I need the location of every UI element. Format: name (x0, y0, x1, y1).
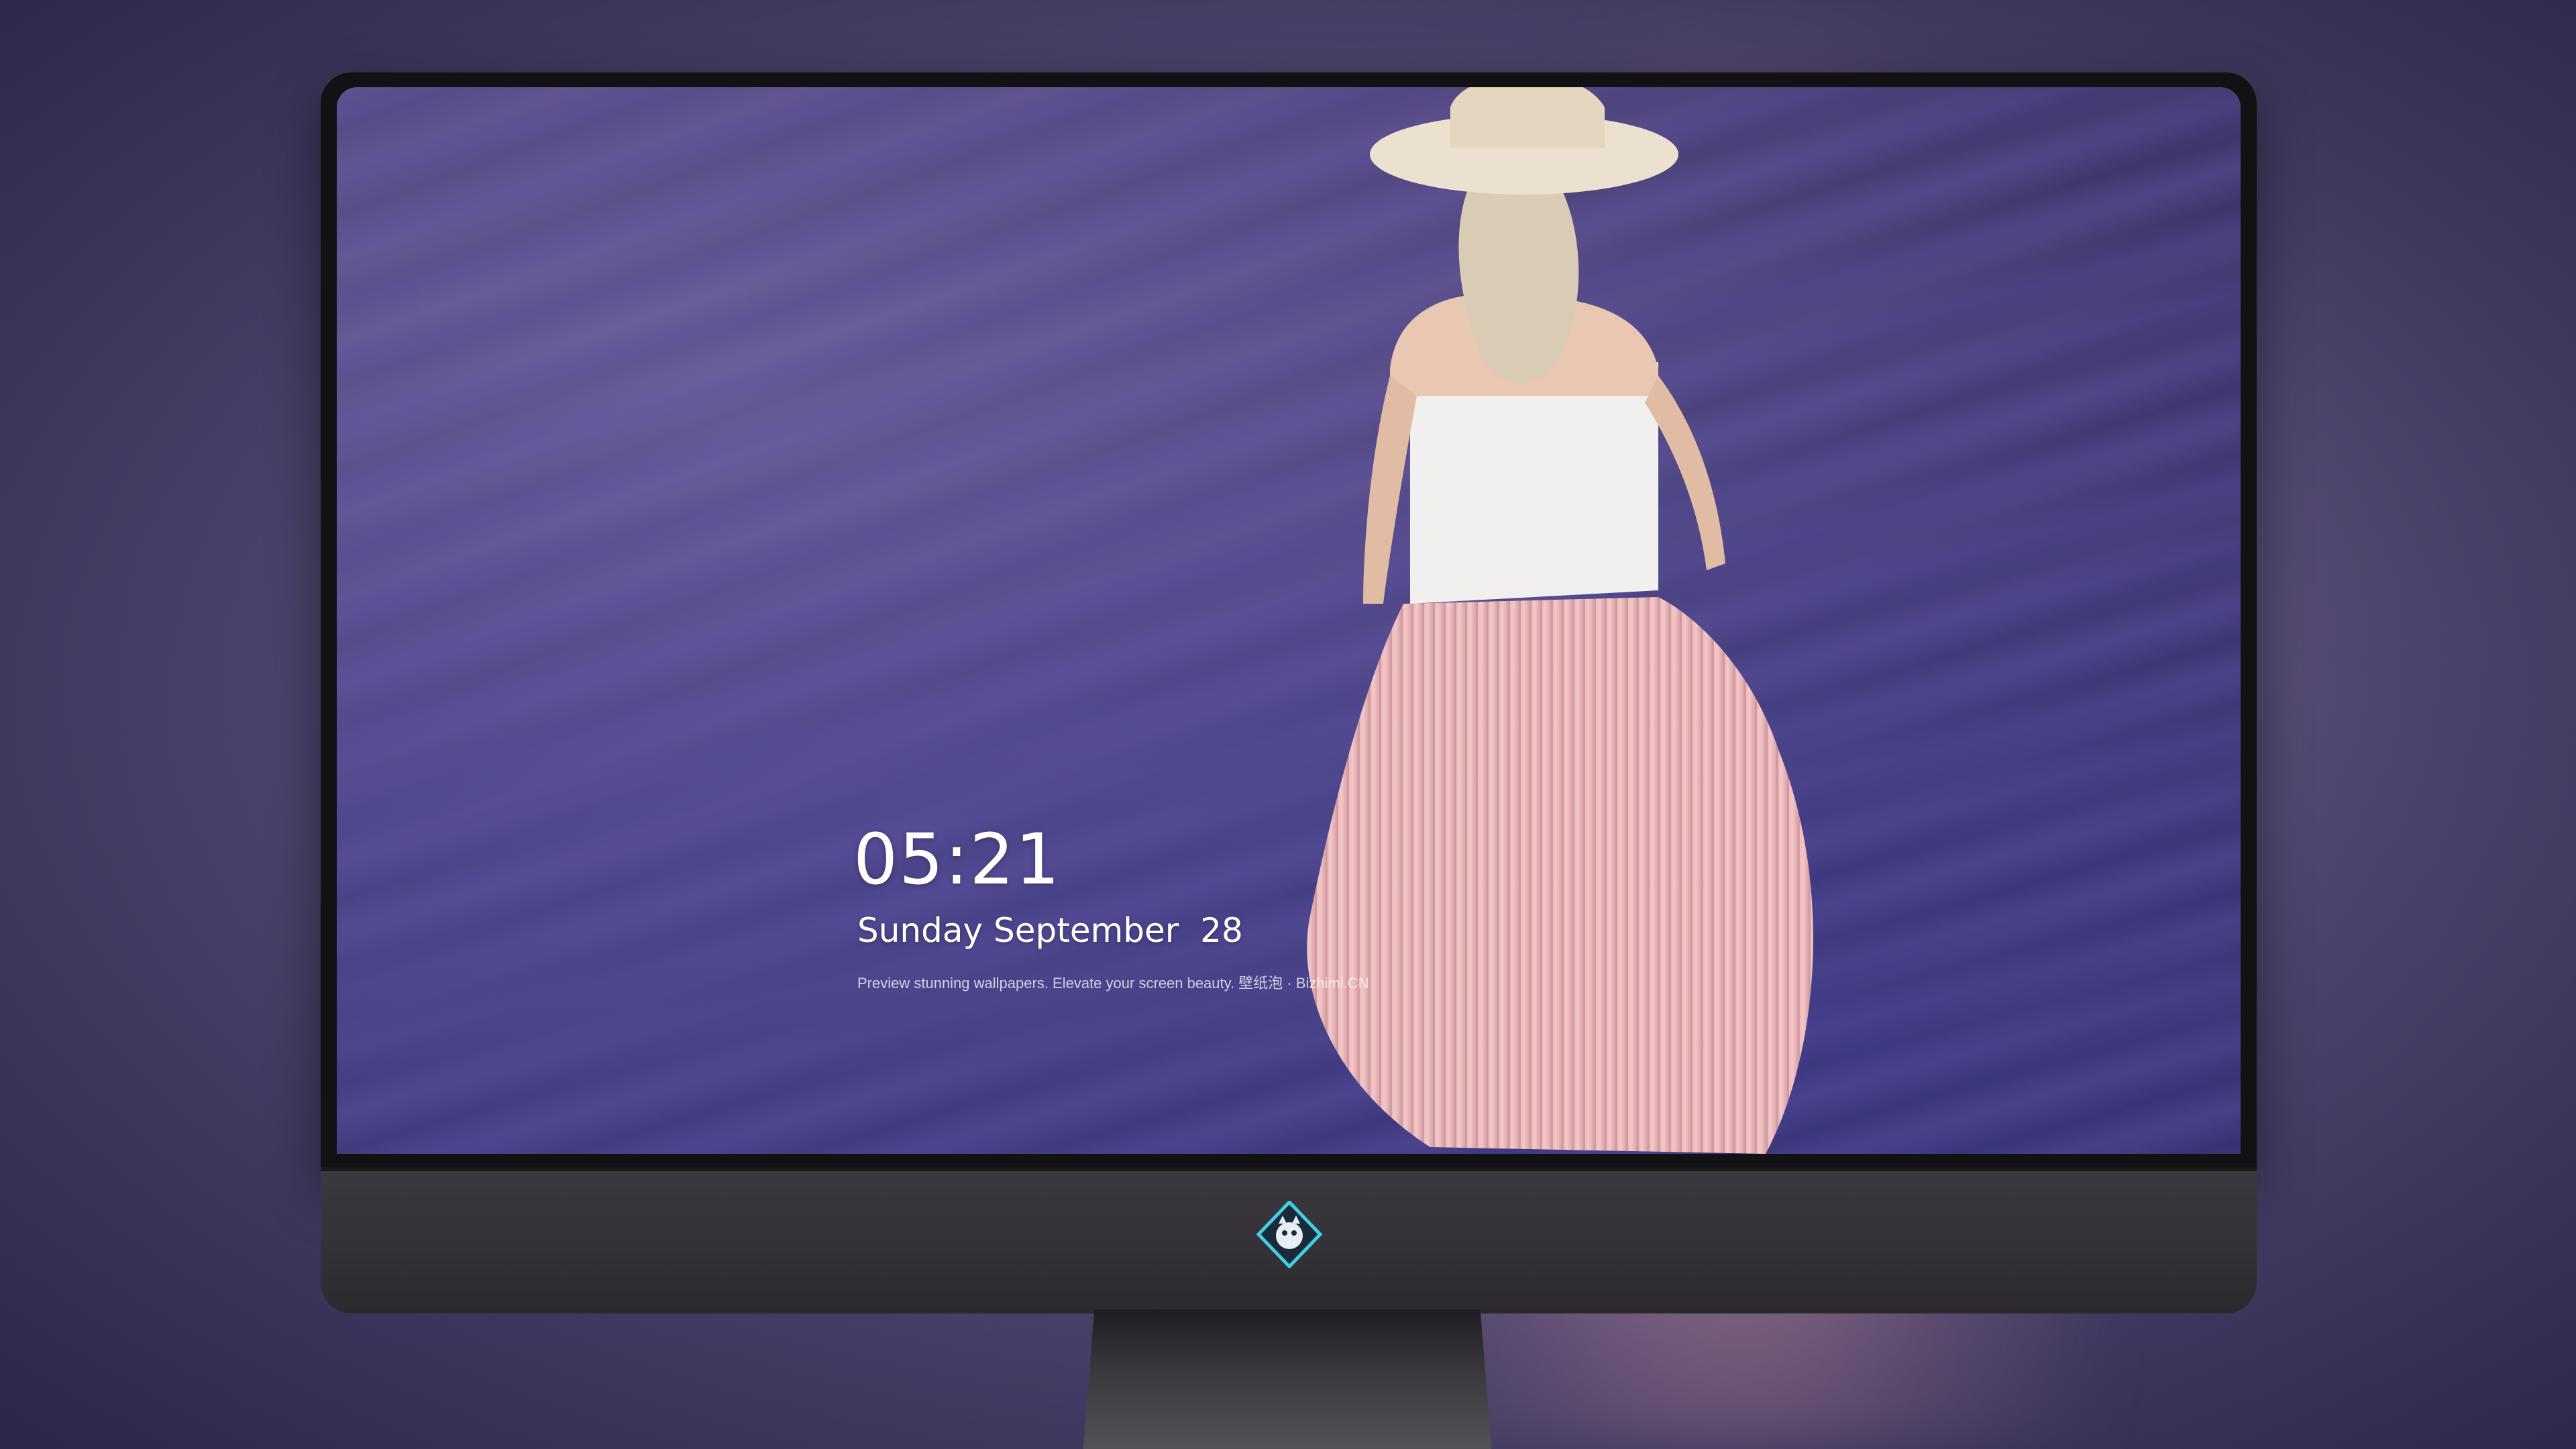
wallpaper-woman (1307, 87, 1813, 1154)
screen: 05:21 Sunday September 28 Preview stunni… (337, 87, 2241, 1154)
lock-clock: 05:21 (853, 818, 1061, 900)
monitor-bezel: 05:21 Sunday September 28 Preview stunni… (321, 72, 2257, 1173)
monitor-stand-neck (1082, 1309, 1493, 1449)
wallpaper-caption: Preview stunning wallpapers. Elevate you… (857, 975, 1369, 991)
brand-logo-icon (1256, 1201, 1323, 1268)
monitor: 05:21 Sunday September 28 Preview stunni… (321, 72, 2257, 1449)
lock-date: Sunday September 28 (857, 911, 1243, 950)
